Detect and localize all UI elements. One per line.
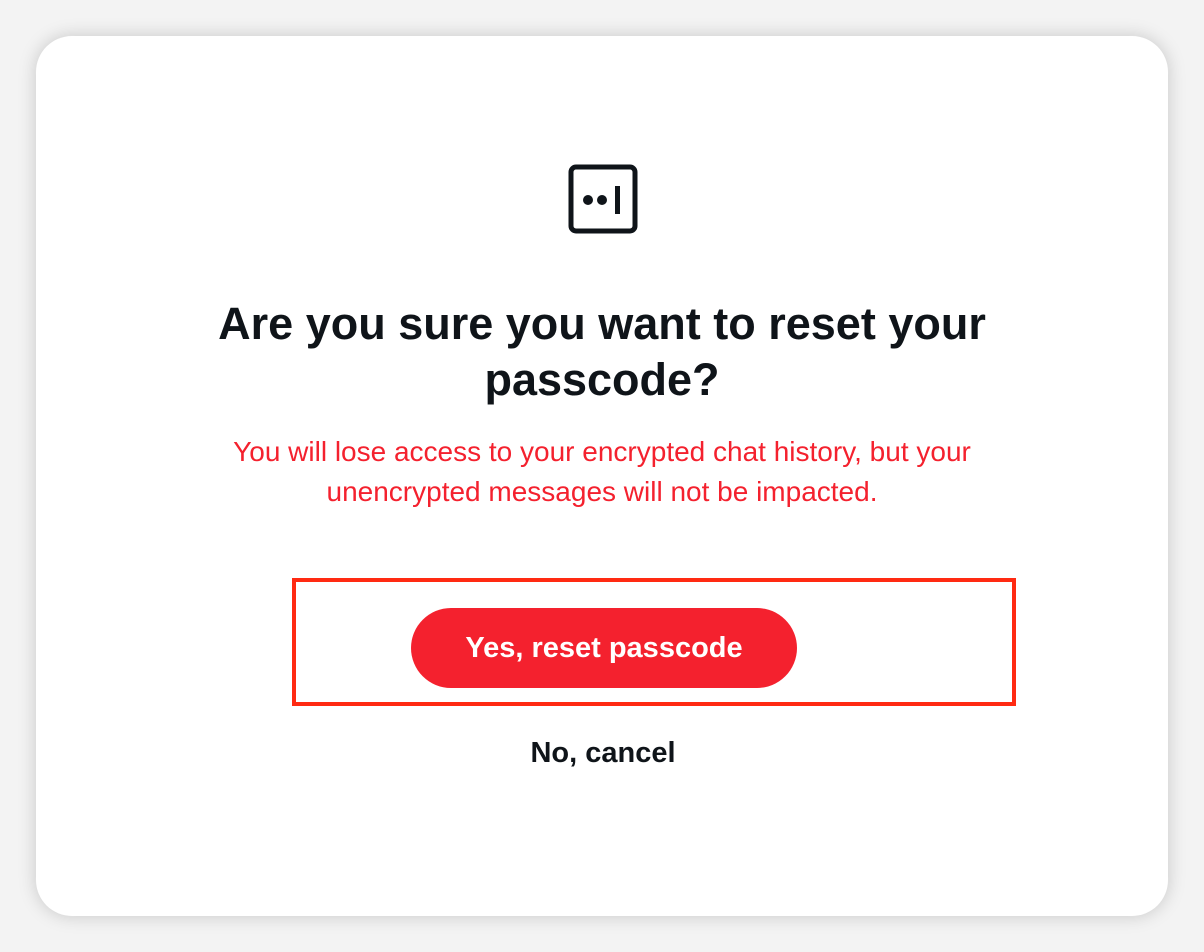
confirm-reset-button[interactable]: Yes, reset passcode bbox=[411, 608, 797, 688]
dialog-title-line-2: passcode? bbox=[484, 354, 720, 405]
passcode-icon bbox=[568, 164, 638, 234]
warning-message: You will lose access to your encrypted c… bbox=[0, 432, 1204, 512]
dialog-title: Are you sure you want to reset your pass… bbox=[0, 296, 1204, 408]
dialog-title-line-1: Are you sure you want to reset your bbox=[218, 298, 986, 349]
cancel-button[interactable]: No, cancel bbox=[503, 730, 703, 776]
warning-line-2: unencrypted messages will not be impacte… bbox=[326, 476, 878, 507]
warning-line-1: You will lose access to your encrypted c… bbox=[233, 436, 971, 467]
